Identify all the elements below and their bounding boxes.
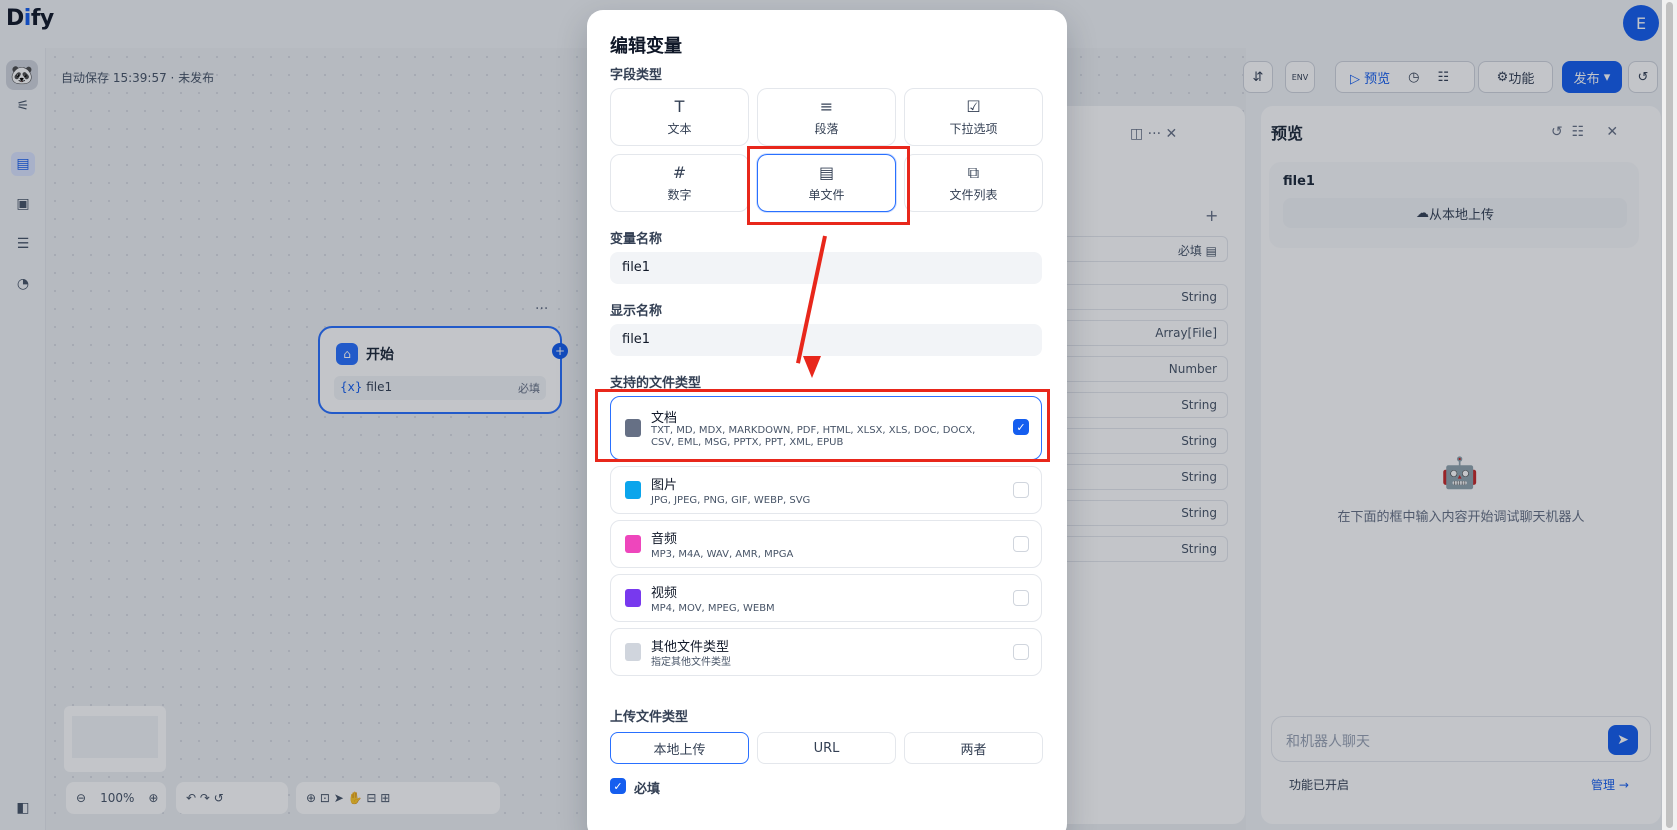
type-paragraph[interactable]: ≡ 段落	[757, 88, 896, 146]
upload-type-label: 上传文件类型	[610, 710, 689, 725]
video-icon	[625, 589, 641, 607]
other-checkbox[interactable]	[1013, 644, 1029, 660]
field-type-label: 字段类型	[610, 68, 663, 83]
text-icon: T	[674, 96, 685, 116]
annotation-box-single-file	[747, 146, 910, 225]
number-icon: #	[672, 162, 687, 182]
select-icon: ☑	[966, 96, 981, 116]
upload-both-option[interactable]: 两者	[904, 732, 1043, 764]
type-number[interactable]: # 数字	[610, 154, 749, 212]
image-checkbox[interactable]	[1013, 482, 1029, 498]
required-checkbox[interactable]: ✓	[610, 778, 626, 794]
display-name-label: 显示名称	[610, 304, 663, 319]
display-name-input[interactable]: file1	[610, 324, 1042, 356]
audio-icon	[625, 535, 641, 553]
image-icon	[625, 481, 641, 499]
type-text[interactable]: T 文本	[610, 88, 749, 146]
annotation-box-document	[595, 389, 1050, 462]
upload-local-option[interactable]: 本地上传	[610, 732, 749, 764]
type-file-list[interactable]: ⧉ 文件列表	[904, 154, 1043, 212]
filetype-video[interactable]: 视频 MP4, MOV, MPEG, WEBM	[610, 574, 1042, 622]
paragraph-icon: ≡	[819, 96, 834, 116]
audio-checkbox[interactable]	[1013, 536, 1029, 552]
video-checkbox[interactable]	[1013, 590, 1029, 606]
required-label: 必填	[634, 782, 661, 797]
other-file-icon	[625, 643, 641, 661]
file-list-icon: ⧉	[967, 162, 980, 182]
filetype-other[interactable]: 其他文件类型 指定其他文件类型	[610, 628, 1042, 676]
filetype-audio[interactable]: 音频 MP3, M4A, WAV, AMR, MPGA	[610, 520, 1042, 568]
annotation-arrowhead	[803, 356, 821, 378]
modal-title: 编辑变量	[610, 36, 682, 57]
page-scrollbar[interactable]	[1662, 0, 1677, 830]
filetype-image[interactable]: 图片 JPG, JPEG, PNG, GIF, WEBP, SVG	[610, 466, 1042, 514]
upload-url-option[interactable]: URL	[757, 732, 896, 764]
type-select[interactable]: ☑ 下拉选项	[904, 88, 1043, 146]
var-name-input[interactable]: file1	[610, 252, 1042, 284]
var-name-label: 变量名称	[610, 232, 663, 247]
